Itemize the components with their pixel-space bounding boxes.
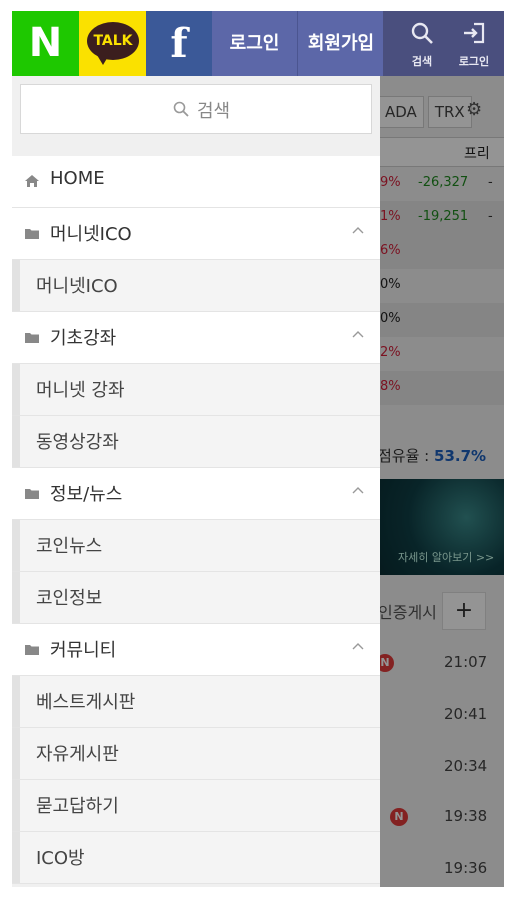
side-menu: 검색 HOME 머니넷ICO 머니넷ICO 기초강좌 머니넷 강좌 동영상강좌 … [12, 76, 380, 887]
menu-category-label: 커뮤니티 [50, 640, 117, 661]
menu-item-label: 코인정보 [36, 588, 103, 609]
menu-item-label: 머니넷 강좌 [36, 380, 125, 401]
menu-item-coin-news[interactable]: 코인뉴스 [12, 520, 380, 572]
naver-login-button[interactable]: N [12, 11, 79, 76]
menu-item-label: 동영상강좌 [36, 432, 119, 453]
signup-button[interactable]: 회원가입 [297, 11, 384, 76]
menu-category-info-news[interactable]: 정보/뉴스 [12, 468, 380, 520]
home-icon [25, 175, 39, 187]
menu-item-best-board[interactable]: 베스트게시판 [12, 676, 380, 728]
menu-item-moneynet-ico[interactable]: 머니넷ICO [12, 260, 380, 312]
menu-item-label: HOME [50, 168, 105, 189]
topbar-actions: 검색 로그인 [383, 11, 504, 76]
menu-item-label: 베스트게시판 [36, 692, 136, 713]
chevron-up-icon [352, 487, 364, 494]
folder-icon [25, 333, 39, 343]
facebook-login-button[interactable]: f [146, 11, 212, 76]
chevron-up-icon [352, 331, 364, 338]
menu-item-qna[interactable]: 묻고답하기 [12, 780, 380, 832]
folder-icon [25, 489, 39, 499]
search-icon [411, 22, 433, 44]
menu-category-community[interactable]: 커뮤니티 [12, 624, 380, 676]
menu-item-moneynet-lecture[interactable]: 머니넷 강좌 [12, 364, 380, 416]
search-icon-label: 검색 [411, 55, 433, 68]
login-icon-label: 로그인 [458, 55, 490, 68]
menu-item-video-lecture[interactable]: 동영상강좌 [12, 416, 380, 468]
facebook-icon: f [170, 20, 188, 67]
menu-item-label: 묻고답하기 [36, 796, 119, 817]
kakao-login-button[interactable]: TALK [79, 11, 146, 76]
menu-item-label: 머니넷ICO [36, 276, 118, 297]
search-placeholder: 검색 [197, 101, 231, 122]
search-input[interactable]: 검색 [20, 84, 372, 134]
chevron-up-icon [352, 227, 364, 234]
app-frame: ADA TRX ⚙ 프리 9% -26,327 - 1% -19,251 - 6… [12, 11, 504, 887]
menu-category-label: 머니넷ICO [50, 224, 132, 245]
login-icon [464, 22, 485, 44]
folder-icon [25, 229, 39, 239]
menu-item-label: ICO방 [36, 848, 85, 869]
menu-search-area: 검색 [12, 76, 380, 154]
kakao-talk-label: TALK [93, 33, 133, 49]
naver-icon: N [28, 20, 63, 66]
menu-item-label: 자유게시판 [36, 744, 119, 765]
menu-item-ico-room[interactable]: ICO방 [12, 832, 380, 884]
search-icon [173, 101, 189, 117]
top-bar: N TALK f 로그인 회원가입 검색 로그인 [12, 11, 504, 76]
folder-icon [25, 645, 39, 655]
menu-category-label: 기초강좌 [50, 328, 117, 349]
menu-item-home[interactable]: HOME [12, 156, 380, 208]
search-button[interactable]: 검색 [397, 11, 447, 76]
menu-item-free-board[interactable]: 자유게시판 [12, 728, 380, 780]
menu-item-coin-info[interactable]: 코인정보 [12, 572, 380, 624]
menu-item-label: 코인뉴스 [36, 536, 103, 557]
login-button[interactable]: 로그인 [212, 11, 297, 76]
menu-category-label: 정보/뉴스 [50, 484, 123, 505]
menu-category-basics[interactable]: 기초강좌 [12, 312, 380, 364]
chevron-up-icon [352, 643, 364, 650]
login-icon-button[interactable]: 로그인 [449, 11, 499, 76]
menu-category-moneynet-ico[interactable]: 머니넷ICO [12, 208, 380, 260]
